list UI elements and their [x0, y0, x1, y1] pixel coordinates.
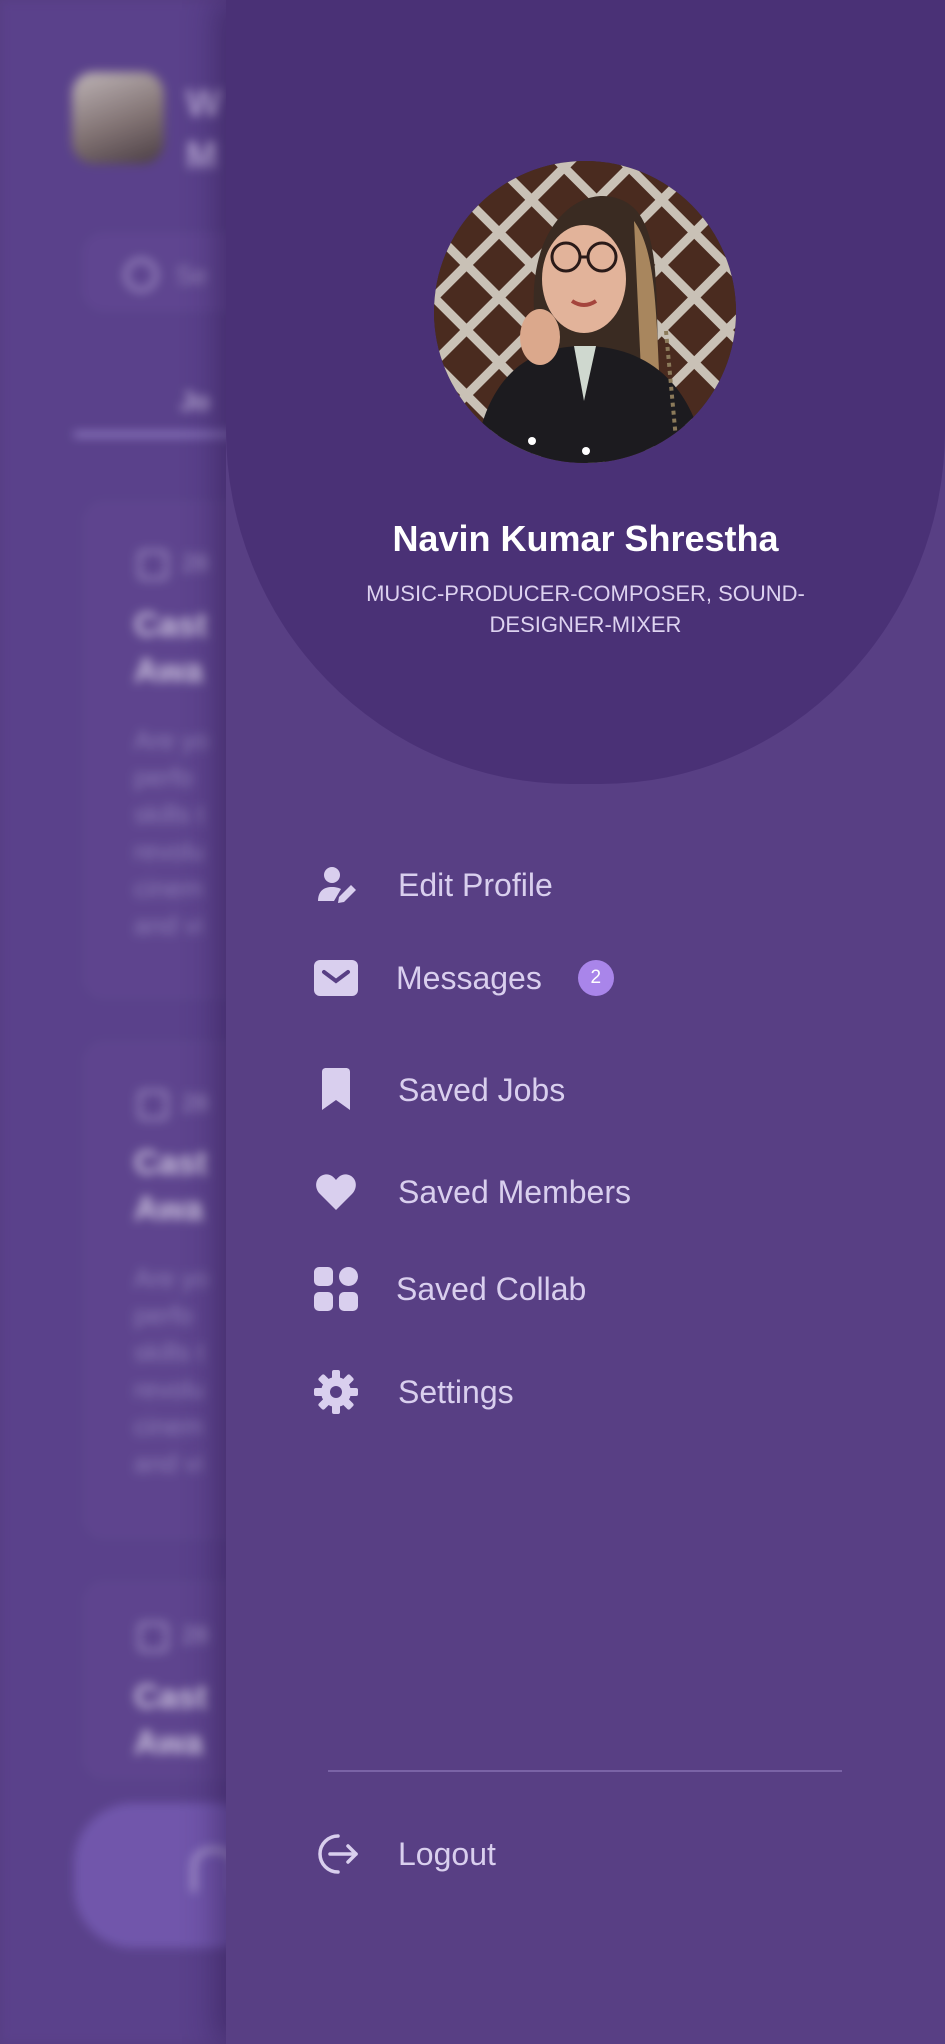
menu-item-label: Saved Collab [396, 1270, 587, 1307]
grid-icon [312, 1265, 360, 1313]
side-drawer: Navin Kumar Shrestha MUSIC-PRODUCER-COMP… [226, 0, 945, 2044]
menu-item-saved-members[interactable]: Saved Members [312, 1157, 631, 1227]
user-edit-icon [312, 861, 360, 909]
menu-item-label: Saved Members [398, 1173, 631, 1210]
logout-label: Logout [398, 1835, 496, 1872]
profile-name: Navin Kumar Shrestha [392, 518, 779, 559]
heart-icon [312, 1168, 360, 1216]
bookmark-icon [312, 1066, 360, 1114]
logout-icon [312, 1830, 360, 1878]
menu-item-settings[interactable]: Settings [312, 1357, 514, 1427]
logout-button[interactable]: Logout [312, 1819, 496, 1889]
menu-divider [328, 1770, 842, 1772]
menu-item-edit-profile[interactable]: Edit Profile [312, 850, 553, 920]
envelope-icon [312, 954, 360, 1002]
gear-icon [312, 1368, 360, 1416]
menu-item-saved-jobs[interactable]: Saved Jobs [312, 1055, 565, 1125]
profile-photo[interactable] [434, 161, 736, 463]
menu-item-label: Edit Profile [398, 866, 553, 903]
menu-item-label: Saved Jobs [398, 1071, 566, 1108]
menu-item-label: Settings [398, 1373, 514, 1410]
menu-item-label: Messages [396, 959, 542, 996]
unread-count-badge: 2 [577, 960, 614, 996]
menu-item-messages[interactable]: Messages 2 [312, 943, 614, 1013]
menu-item-saved-collab[interactable]: Saved Collab [312, 1254, 586, 1324]
profile-role: MUSIC-PRODUCER-COMPOSER, SOUND-DESIGNER-… [366, 581, 805, 637]
